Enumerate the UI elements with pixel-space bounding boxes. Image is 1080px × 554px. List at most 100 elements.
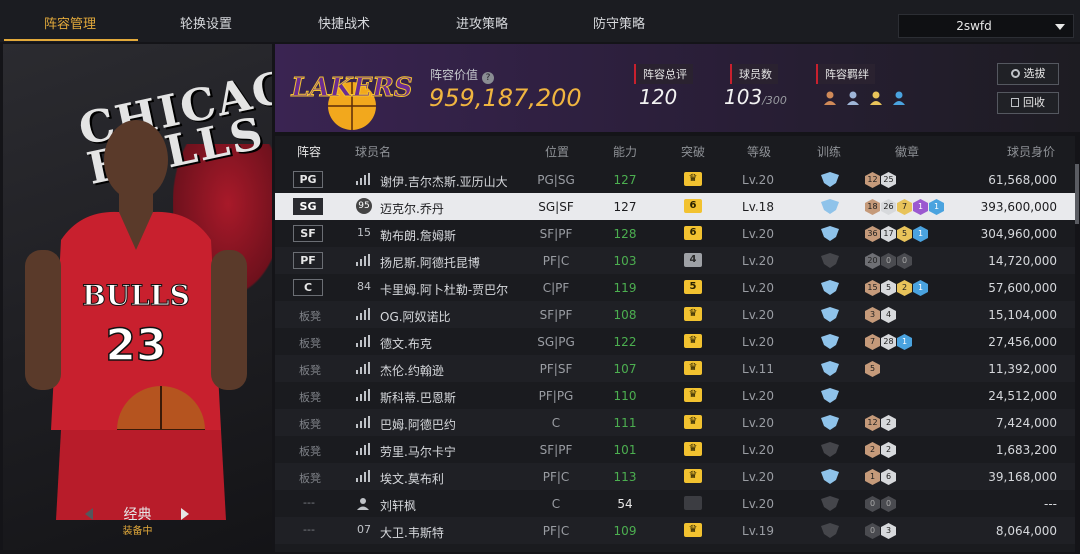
badge-hex-icon[interactable]: 2 xyxy=(865,442,880,458)
badge-hex-icon[interactable]: 20 xyxy=(865,253,880,269)
table-row[interactable]: 板凳 埃文.莫布利 PF|C 113 ♛ Lv.20 1 6 39,168,000 xyxy=(275,463,1075,490)
col-value[interactable]: 球员身价 xyxy=(1007,143,1055,160)
training-shield-icon[interactable] xyxy=(820,442,840,457)
badge-hex-icon[interactable]: 6 xyxy=(881,469,896,485)
table-row[interactable]: 板凳 杰伦.约翰逊 PF|SF 107 ♛ Lv.11 5 11,392,000 xyxy=(275,355,1075,382)
badge-hex-icon[interactable]: 1 xyxy=(913,199,928,215)
training-shield-icon[interactable] xyxy=(820,172,840,187)
bond-icon-3[interactable] xyxy=(869,90,883,106)
badge-hex-icon[interactable]: 5 xyxy=(897,226,912,242)
player-name[interactable]: 大卫.韦斯特 xyxy=(380,524,444,541)
badge-hex-icon[interactable]: 5 xyxy=(881,280,896,296)
training-shield-icon[interactable] xyxy=(820,226,840,241)
player-name[interactable]: 勒布朗.詹姆斯 xyxy=(380,227,456,244)
tab-quick-tactics[interactable]: 快捷战术 xyxy=(288,0,400,42)
training-shield-icon[interactable] xyxy=(820,253,840,268)
breakthrough-badge[interactable]: ♛ xyxy=(684,523,702,537)
col-ability[interactable]: 能力 xyxy=(613,143,637,160)
lineup-slot-badge[interactable]: C xyxy=(293,279,323,296)
badge-hex-icon[interactable]: 0 xyxy=(865,496,880,512)
breakthrough-badge[interactable]: ♛ xyxy=(684,442,702,456)
badge-hex-icon[interactable]: 2 xyxy=(881,442,896,458)
table-row[interactable]: C 84 卡里姆.阿卜杜勒-贾巴尔 C|PF 119 5 Lv.20 15 5 2 1 57,600,… xyxy=(275,274,1075,301)
player-name[interactable]: 扬尼斯.阿德托昆博 xyxy=(380,254,480,271)
table-row[interactable]: 板凳 巴姆.阿德巴约 C 111 ♛ Lv.20 12 2 7,424,000 xyxy=(275,409,1075,436)
badge-hex-icon[interactable]: 0 xyxy=(881,253,896,269)
player-name[interactable]: 斯科蒂.巴恩斯 xyxy=(380,389,456,406)
badge-hex-icon[interactable]: 12 xyxy=(865,172,880,188)
badge-hex-icon[interactable]: 3 xyxy=(881,523,896,539)
table-row[interactable]: 板凳 OG.阿奴诺比 SF|PF 108 ♛ Lv.20 3 4 15,104,000 xyxy=(275,301,1075,328)
breakthrough-badge[interactable]: ♛ xyxy=(684,361,702,375)
table-row[interactable]: --- 刘轩枫 C 54 Lv.20 0 0 --- xyxy=(275,490,1075,517)
table-row[interactable]: PF 扬尼斯.阿德托昆博 PF|C 103 4 Lv.20 20 0 0 14,720,000 xyxy=(275,247,1075,274)
badge-hex-icon[interactable]: 36 xyxy=(865,226,880,242)
breakthrough-badge[interactable] xyxy=(684,496,702,510)
badge-hex-icon[interactable]: 2 xyxy=(881,415,896,431)
badge-hex-icon[interactable]: 12 xyxy=(865,415,880,431)
breakthrough-badge[interactable]: ♛ xyxy=(684,172,702,186)
tab-rotation-settings[interactable]: 轮换设置 xyxy=(150,0,262,42)
tab-lineup-management[interactable]: 阵容管理 xyxy=(14,0,126,42)
lineup-slot-bench[interactable]: 板凳 xyxy=(299,389,321,405)
lineup-slot-bench[interactable]: 板凳 xyxy=(299,470,321,486)
breakthrough-badge[interactable]: 6 xyxy=(684,226,702,240)
badge-hex-icon[interactable]: 1 xyxy=(865,469,880,485)
badge-hex-icon[interactable]: 28 xyxy=(881,334,896,350)
player-name[interactable]: 迈克尔.乔丹 xyxy=(380,200,444,217)
player-name[interactable]: OG.阿奴诺比 xyxy=(380,308,451,325)
breakthrough-badge[interactable]: 5 xyxy=(684,280,702,294)
table-row[interactable]: SF 15 勒布朗.詹姆斯 SF|PF 128 6 Lv.20 36 17 5 1 304,960,0… xyxy=(275,220,1075,247)
training-shield-icon[interactable] xyxy=(820,415,840,430)
badge-hex-icon[interactable]: 0 xyxy=(897,253,912,269)
tab-defense-strategy[interactable]: 防守策略 xyxy=(563,0,675,42)
player-name[interactable]: 巴姆.阿德巴约 xyxy=(380,416,456,433)
table-scrollbar[interactable] xyxy=(1075,164,1079,224)
breakthrough-badge[interactable]: 4 xyxy=(684,253,702,267)
help-icon[interactable]: ? xyxy=(482,72,495,84)
breakthrough-badge[interactable]: 6 xyxy=(684,199,702,213)
table-row[interactable]: 板凳 劳里.马尔卡宁 SF|PF 101 ♛ Lv.20 2 2 1,683,200 xyxy=(275,436,1075,463)
badge-hex-icon[interactable]: 0 xyxy=(881,496,896,512)
breakthrough-badge[interactable]: ♛ xyxy=(684,415,702,429)
lineup-slot-bench[interactable]: 板凳 xyxy=(299,362,321,378)
badge-hex-icon[interactable]: 1 xyxy=(929,199,944,215)
badge-hex-icon[interactable]: 5 xyxy=(865,361,880,377)
training-shield-icon[interactable] xyxy=(820,388,840,403)
player-name[interactable]: 谢伊.吉尔杰斯.亚历山大 xyxy=(380,173,508,190)
table-row[interactable]: 板凳 斯科蒂.巴恩斯 PF|PG 110 ♛ Lv.20 24,512,000 xyxy=(275,382,1075,409)
badge-hex-icon[interactable]: 18 xyxy=(865,199,880,215)
player-name[interactable]: 卡里姆.阿卜杜勒-贾巴尔 xyxy=(380,281,508,298)
training-shield-icon[interactable] xyxy=(820,307,840,322)
lineup-slot-badge[interactable]: PG xyxy=(293,171,323,188)
lineup-slot-none[interactable]: --- xyxy=(303,523,315,536)
player-name[interactable]: 劳里.马尔卡宁 xyxy=(380,443,456,460)
table-row[interactable]: SG 95 迈克尔.乔丹 SG|SF 127 6 Lv.18 18 26 7 1 1 393,600,0… xyxy=(275,193,1075,220)
badge-hex-icon[interactable]: 2 xyxy=(897,280,912,296)
training-shield-icon[interactable] xyxy=(820,334,840,349)
training-shield-icon[interactable] xyxy=(820,469,840,484)
lineup-slot-bench[interactable]: 板凳 xyxy=(299,443,321,459)
bond-icon-4[interactable] xyxy=(892,90,906,106)
col-level[interactable]: 等级 xyxy=(747,143,771,160)
training-shield-icon[interactable] xyxy=(820,199,840,214)
training-shield-icon[interactable] xyxy=(820,523,840,538)
table-row[interactable]: 板凳 德文.布克 SG|PG 122 ♛ Lv.20 7 28 1 27,456,000 xyxy=(275,328,1075,355)
breakthrough-badge[interactable]: ♛ xyxy=(684,469,702,483)
badge-hex-icon[interactable]: 1 xyxy=(913,226,928,242)
badge-hex-icon[interactable]: 0 xyxy=(865,523,880,539)
lineup-slot-bench[interactable]: 板凳 xyxy=(299,308,321,324)
badge-hex-icon[interactable]: 25 xyxy=(881,172,896,188)
table-row[interactable]: PG 谢伊.吉尔杰斯.亚历山大 PG|SG 127 ♛ Lv.20 12 25 61,568,0… xyxy=(275,166,1075,193)
badge-hex-icon[interactable]: 4 xyxy=(881,307,896,323)
badge-hex-icon[interactable]: 26 xyxy=(881,199,896,215)
training-shield-icon[interactable] xyxy=(820,280,840,295)
lineup-slot-bench[interactable]: 板凳 xyxy=(299,335,321,351)
lineup-slot-badge[interactable]: SG xyxy=(293,198,323,215)
breakthrough-badge[interactable]: ♛ xyxy=(684,388,702,402)
select-button[interactable]: 选拔 xyxy=(997,63,1059,85)
badge-hex-icon[interactable]: 1 xyxy=(913,280,928,296)
breakthrough-badge[interactable]: ♛ xyxy=(684,307,702,321)
player-name[interactable]: 德文.布克 xyxy=(380,335,432,352)
training-shield-icon[interactable] xyxy=(820,496,840,511)
